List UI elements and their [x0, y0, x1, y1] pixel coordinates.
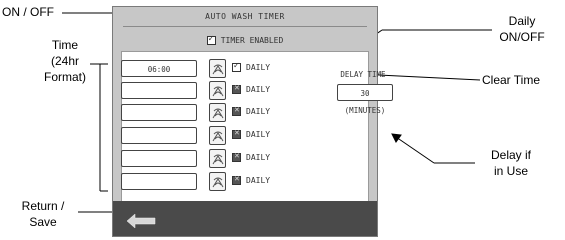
time-field[interactable]: [121, 127, 197, 144]
callout-return-save: Return / Save: [8, 199, 78, 229]
clear-time-button[interactable]: [209, 172, 226, 191]
daily-checkbox[interactable]: [232, 129, 241, 139]
daily-toggle[interactable]: DAILY: [232, 152, 271, 162]
callout-on-off: ON / OFF: [2, 5, 54, 19]
clear-time-button[interactable]: [209, 149, 226, 168]
clear-time-icon: [212, 86, 224, 97]
title-divider: [123, 26, 367, 27]
clear-time-icon: [212, 108, 224, 119]
callout-delay-line1: Delay if: [490, 148, 531, 162]
daily-toggle[interactable]: DAILY: [232, 61, 271, 72]
clear-time-button[interactable]: [209, 103, 226, 122]
daily-label: DAILY: [246, 176, 271, 185]
callout-return-line1: Return /: [21, 199, 65, 213]
daily-checkbox[interactable]: [232, 61, 241, 72]
daily-label: DAILY: [246, 153, 271, 162]
bottom-bar: [113, 201, 377, 236]
timer-row: DAILY: [121, 126, 321, 146]
clear-time-icon: [212, 64, 224, 75]
callout-daily-line2: ON/OFF: [499, 30, 545, 44]
clear-time-icon: [212, 177, 224, 188]
callout-delay: Delay if in Use: [476, 148, 546, 178]
daily-checkbox[interactable]: [232, 175, 241, 185]
daily-label: DAILY: [246, 85, 271, 94]
callout-time-line2: (24hr: [50, 54, 79, 68]
callout-time-line1: Time: [51, 38, 79, 52]
screen-title: AUTO WASH TIMER: [205, 12, 285, 21]
daily-toggle[interactable]: DAILY: [232, 106, 271, 116]
timer-row: DAILY: [121, 149, 321, 169]
clear-time-button[interactable]: [209, 126, 226, 145]
time-field[interactable]: [121, 173, 197, 190]
timer-row: 06:00 DAILY: [121, 59, 321, 79]
callout-delay-line2: in Use: [493, 164, 528, 178]
clear-time-icon: [212, 154, 224, 165]
daily-toggle[interactable]: DAILY: [232, 175, 271, 185]
daily-label: DAILY: [246, 63, 271, 72]
daily-toggle[interactable]: DAILY: [232, 129, 271, 139]
daily-toggle[interactable]: DAILY: [232, 84, 271, 94]
timer-row: DAILY: [121, 103, 321, 123]
timer-enabled-label: TIMER ENABLED: [220, 36, 284, 45]
clear-time-button[interactable]: [209, 81, 226, 100]
daily-label: DAILY: [246, 107, 271, 116]
daily-checkbox[interactable]: [232, 106, 241, 116]
time-field[interactable]: 06:00: [121, 60, 197, 77]
delay-time-label: DELAY TIME: [340, 70, 386, 79]
callout-daily-line1: Daily: [508, 14, 536, 28]
daily-checkbox[interactable]: [232, 84, 241, 94]
callout-time: Time (24hr Format): [40, 38, 90, 84]
time-field[interactable]: [121, 150, 197, 167]
timer-row: DAILY: [121, 172, 321, 192]
callout-clear-time: Clear Time: [482, 73, 541, 87]
time-field[interactable]: [121, 104, 197, 121]
callout-time-line3: Format): [44, 70, 86, 84]
delay-time-field[interactable]: 30 (MINUTES): [337, 84, 393, 115]
timer-row: DAILY: [121, 81, 321, 101]
time-field[interactable]: [121, 82, 197, 99]
clear-time-button[interactable]: [209, 59, 226, 78]
daily-checkbox[interactable]: [232, 152, 241, 162]
daily-label: DAILY: [246, 130, 271, 139]
clear-time-icon: [212, 131, 224, 142]
callout-daily: Daily ON/OFF: [492, 14, 552, 44]
callout-return-line2: Save: [29, 215, 57, 229]
return-arrow-icon[interactable]: [121, 207, 161, 231]
timer-enabled-toggle[interactable]: TIMER ENABLED: [113, 34, 377, 45]
auto-wash-timer-screen: AUTO WASH TIMER TIMER ENABLED 06:00 DAIL…: [112, 6, 393, 237]
timer-enabled-checkbox[interactable]: [206, 34, 216, 45]
